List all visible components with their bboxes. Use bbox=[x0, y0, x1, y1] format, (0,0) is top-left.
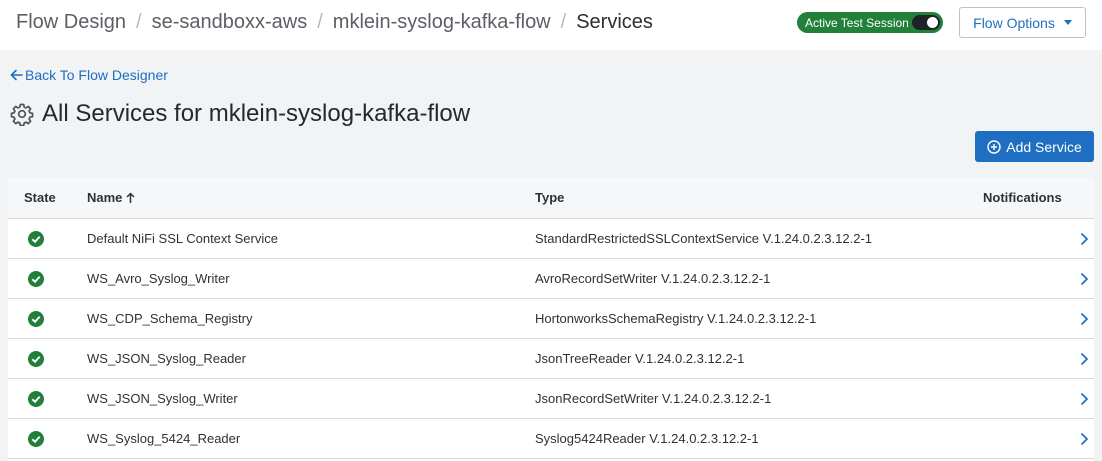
services-table: State Name Type Notifications Default Ni… bbox=[8, 178, 1094, 461]
column-header-name[interactable]: Name bbox=[87, 190, 135, 205]
table-row[interactable]: WS_JSON_Syslog_Reader JsonTreeReader V.1… bbox=[8, 339, 1094, 379]
chevron-right-icon[interactable] bbox=[1078, 272, 1090, 286]
add-service-label: Add Service bbox=[1006, 138, 1082, 155]
back-to-flow-designer-link[interactable]: Back To Flow Designer bbox=[10, 67, 168, 83]
check-circle-icon bbox=[28, 391, 44, 407]
service-name: WS_JSON_Syslog_Writer bbox=[87, 391, 238, 406]
back-link-label: Back To Flow Designer bbox=[25, 67, 168, 83]
chevron-right-icon[interactable] bbox=[1078, 392, 1090, 406]
chevron-right-icon[interactable] bbox=[1078, 232, 1090, 246]
service-type: AvroRecordSetWriter V.1.24.0.2.3.12.2-1 bbox=[535, 271, 771, 286]
breadcrumb: Flow Design / se-sandboxx-aws / mklein-s… bbox=[16, 11, 653, 34]
service-name: WS_JSON_Syslog_Reader bbox=[87, 351, 246, 366]
flow-options-button[interactable]: Flow Options bbox=[959, 7, 1086, 38]
table-row[interactable]: WS_CDP_Schema_Registry HortonworksSchema… bbox=[8, 299, 1094, 339]
service-type: JsonRecordSetWriter V.1.24.0.2.3.12.2-1 bbox=[535, 391, 772, 406]
service-type: Syslog5424Reader V.1.24.0.2.3.12.2-1 bbox=[535, 431, 759, 446]
check-circle-icon bbox=[28, 351, 44, 367]
chevron-right-icon[interactable] bbox=[1078, 312, 1090, 326]
top-bar: Flow Design / se-sandboxx-aws / mklein-s… bbox=[0, 0, 1102, 50]
table-row[interactable]: WS_Avro_Syslog_Writer AvroRecordSetWrite… bbox=[8, 259, 1094, 299]
breadcrumb-separator: / bbox=[136, 11, 142, 33]
check-circle-icon bbox=[28, 311, 44, 327]
service-name: WS_Syslog_5424_Reader bbox=[87, 431, 241, 446]
breadcrumb-separator: / bbox=[317, 11, 323, 33]
column-header-type[interactable]: Type bbox=[535, 190, 564, 205]
service-name: WS_Avro_Syslog_Writer bbox=[87, 271, 230, 286]
table-row[interactable]: WS_Syslog_5424_Reader Syslog5424Reader V… bbox=[8, 419, 1094, 459]
check-circle-icon bbox=[28, 271, 44, 287]
toggle-switch[interactable] bbox=[912, 15, 940, 30]
test-session-label: Active Test Session bbox=[805, 15, 909, 30]
page-header: All Services for mklein-syslog-kafka-flo… bbox=[10, 100, 470, 128]
column-header-notifications: Notifications bbox=[983, 190, 1062, 205]
service-type: StandardRestrictedSSLContextService V.1.… bbox=[535, 231, 873, 246]
test-session-toggle[interactable]: Active Test Session bbox=[797, 12, 943, 33]
flow-options-label: Flow Options bbox=[973, 14, 1055, 31]
table-row[interactable]: Default NiFi SSL Context Service Standar… bbox=[8, 219, 1094, 259]
table-row[interactable]: WS_JSON_Syslog_Writer JsonRecordSetWrite… bbox=[8, 379, 1094, 419]
service-type: HortonworksSchemaRegistry V.1.24.0.2.3.1… bbox=[535, 311, 817, 326]
breadcrumb-flow-design[interactable]: Flow Design bbox=[16, 11, 126, 34]
breadcrumb-separator: / bbox=[560, 11, 567, 33]
table-header: State Name Type Notifications bbox=[8, 178, 1094, 219]
column-header-state[interactable]: State bbox=[24, 190, 56, 205]
chevron-right-icon[interactable] bbox=[1078, 432, 1090, 446]
check-circle-icon bbox=[28, 431, 44, 447]
service-name: WS_CDP_Schema_Registry bbox=[87, 311, 253, 326]
page-title: All Services for mklein-syslog-kafka-flo… bbox=[42, 100, 471, 127]
service-type: JsonTreeReader V.1.24.0.2.3.12.2-1 bbox=[535, 351, 745, 366]
add-service-button[interactable]: Add Service bbox=[975, 131, 1094, 162]
column-header-name-label: Name bbox=[87, 190, 123, 205]
arrow-left-icon bbox=[10, 69, 23, 81]
chevron-right-icon[interactable] bbox=[1078, 352, 1090, 366]
sort-ascending-icon bbox=[126, 191, 135, 203]
breadcrumb-current: Services bbox=[576, 11, 653, 33]
check-circle-icon bbox=[28, 231, 44, 247]
service-name: Default NiFi SSL Context Service bbox=[87, 231, 278, 246]
toggle-knob bbox=[927, 17, 938, 28]
gear-icon bbox=[10, 103, 34, 126]
breadcrumb-flow[interactable]: mklein-syslog-kafka-flow bbox=[333, 11, 551, 34]
breadcrumb-environment[interactable]: se-sandboxx-aws bbox=[152, 11, 308, 34]
caret-down-icon bbox=[1063, 20, 1072, 25]
plus-circle-icon bbox=[987, 139, 1001, 154]
